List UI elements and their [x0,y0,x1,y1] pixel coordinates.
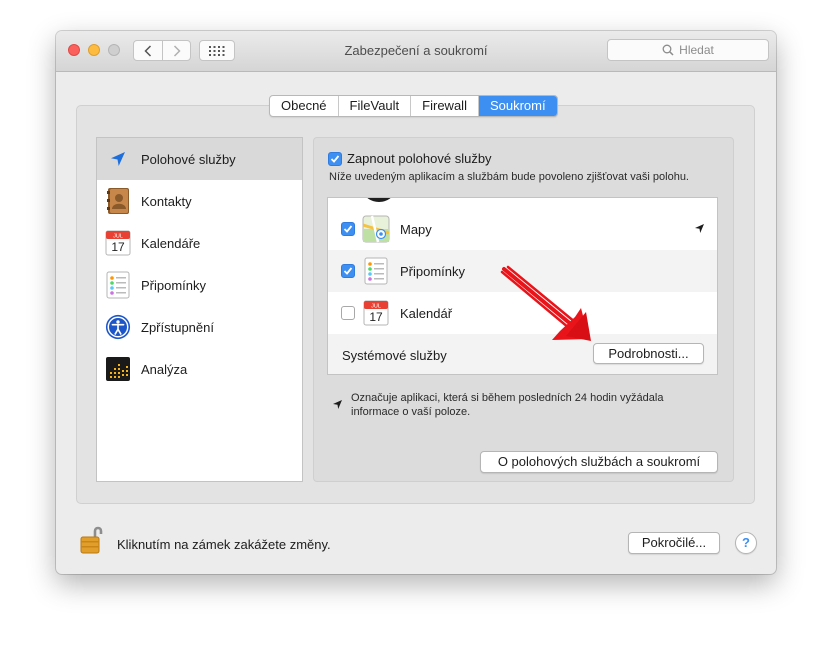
legend-text: Označuje aplikaci, která si během posled… [351,392,664,418]
checkmark-icon [343,267,353,275]
sidebar-item-label: Analýza [141,361,188,377]
reminders-icon [362,257,390,285]
calendar-checkbox[interactable] [341,306,355,320]
calendar-day-label: 17 [111,240,125,254]
calendar-month-label: JUL [113,234,123,240]
tab-firewall[interactable]: Firewall [411,96,479,116]
title-bar: Zabezpečení a soukromí Hledat [56,31,776,72]
tab-privacy[interactable]: Soukromí [478,96,557,116]
contacts-book-icon [105,187,131,215]
reminders-checkbox[interactable] [341,264,355,278]
search-field[interactable]: Hledat [607,39,769,61]
checkmark-icon [343,225,353,233]
calendar-day-label: 17 [369,310,383,324]
accessibility-icon [105,313,131,341]
partial-app-icon [364,198,394,202]
preferences-window: Zabezpečení a soukromí Hledat Obecné Fil… [56,31,776,574]
lock-icon[interactable] [80,524,104,559]
maps-checkbox[interactable] [341,222,355,236]
sidebar-item-accessibility[interactable]: Zpřístupnění [97,306,302,348]
enable-location-label: Zapnout polohové služby [347,151,492,166]
sidebar-item-label: Kontakty [141,193,192,209]
lock-status-text: Kliknutím na zámek zakážete změny. [117,537,331,552]
app-name: Připomínky [400,263,466,279]
calendar-icon: JUL 17 [105,229,131,257]
sidebar-item-label: Kalendáře [141,235,201,251]
search-placeholder: Hledat [679,43,714,57]
tab-bar: Obecné FileVault Firewall Soukromí [269,95,558,117]
tab-filevault[interactable]: FileVault [339,96,412,116]
location-arrow-icon [105,145,131,173]
list-item-calendar: JUL 17 Kalendář [328,292,717,334]
calendar-month-label: JUL [371,304,381,310]
about-location-privacy-button[interactable]: O polohových službách a soukromí [480,451,718,473]
recent-location-icon [333,400,342,409]
checkmark-icon [330,154,340,163]
analytics-icon [105,355,131,383]
help-button[interactable]: ? [735,532,757,554]
list-item-maps: Mapy [328,208,717,250]
reminders-icon [105,271,131,299]
sidebar-item-contacts[interactable]: Kontakty [97,180,302,222]
tab-general[interactable]: Obecné [270,96,339,116]
privacy-sidebar: Polohové služby Kontakty JUL 17 Kalendář… [96,137,303,482]
location-description: Níže uvedeným aplikacím a službám bude p… [329,171,689,183]
system-services-label: Systémové služby [342,347,447,363]
app-list: Mapy Připomínky JUL 17 Kalendář Systémov… [327,197,718,375]
details-button[interactable]: Podrobnosti... [593,343,704,364]
calendar-icon: JUL 17 [362,299,390,327]
system-services-row: Systémové služby Podrobnosti... [328,334,717,374]
maps-icon [362,215,390,243]
app-name: Mapy [400,221,432,237]
sidebar-item-reminders[interactable]: Připomínky [97,264,302,306]
legend: Označuje aplikaci, která si během posled… [332,391,712,419]
list-item-reminders: Připomínky [328,250,717,292]
search-icon [662,44,674,56]
sidebar-item-calendars[interactable]: JUL 17 Kalendáře [97,222,302,264]
advanced-button[interactable]: Pokročilé... [628,532,720,554]
sidebar-item-label: Zpřístupnění [141,319,214,335]
sidebar-item-analytics[interactable]: Analýza [97,348,302,390]
sidebar-item-label: Polohové služby [141,151,236,167]
app-name: Kalendář [400,305,453,321]
enable-location-services-checkbox[interactable]: Zapnout polohové služby [328,151,492,166]
checkbox-checked[interactable] [328,151,342,166]
sidebar-item-location-services[interactable]: Polohové služby [97,138,302,180]
sidebar-item-label: Připomínky [141,277,207,293]
recent-location-icon [695,224,704,233]
